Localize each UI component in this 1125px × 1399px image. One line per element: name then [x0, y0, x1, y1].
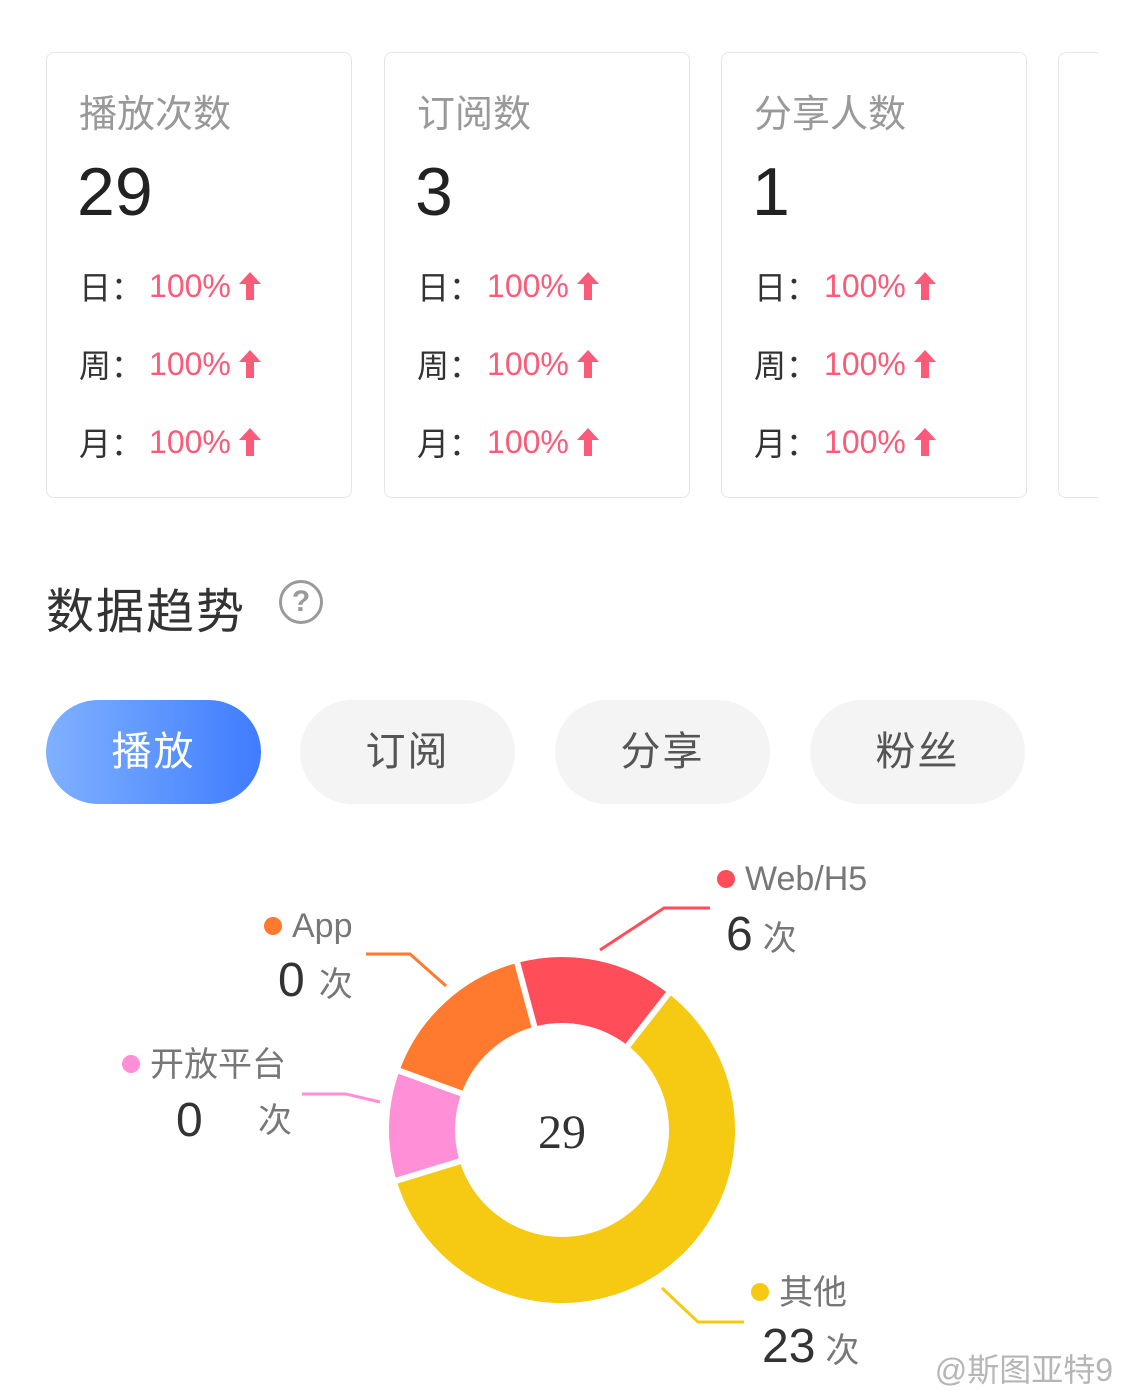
- stat-card-plays[interactable]: 播放次数 29 日： 100% 周： 100% 月： 100%: [46, 52, 352, 498]
- legend-dot-app: [264, 917, 282, 935]
- value: 23: [762, 1320, 815, 1373]
- rate-label: 日：: [79, 270, 144, 306]
- rate-label: 周：: [79, 348, 144, 384]
- rate-value: 100%: [487, 423, 569, 460]
- unit: 次: [763, 920, 797, 958]
- arrow-up-icon: [576, 428, 599, 456]
- arrow-up-icon: [238, 428, 261, 456]
- rate-label: 周：: [417, 348, 482, 384]
- rate-value: 100%: [149, 345, 231, 382]
- arrow-up-icon: [576, 272, 599, 300]
- tab-plays[interactable]: 播放: [46, 700, 261, 804]
- arrow-up-icon: [238, 272, 261, 300]
- slice-value-other: 23 次: [762, 1320, 859, 1373]
- value: 0: [278, 954, 305, 1007]
- slice-value-open-platform: 0: [176, 1094, 203, 1147]
- rate-label: 日：: [754, 270, 819, 306]
- leader-line-open-platform: [302, 1092, 381, 1104]
- rate-value: 100%: [149, 267, 231, 304]
- unit: 次: [825, 1332, 859, 1370]
- stat-card-shares[interactable]: 分享人数 1 日： 100% 周： 100% 月： 100%: [721, 52, 1027, 498]
- donut-slice-App[interactable]: [392, 956, 539, 1099]
- rate-label: 月：: [417, 426, 482, 462]
- arrow-up-icon: [913, 272, 936, 300]
- tab-shares[interactable]: 分享: [555, 700, 770, 804]
- card-title: 订阅数: [417, 94, 532, 136]
- rate-day: 日： 100%: [754, 263, 936, 309]
- tab-fans[interactable]: 粉丝: [810, 700, 1025, 804]
- rate-value: 100%: [487, 345, 569, 382]
- leader-line-webh5: [599, 906, 710, 952]
- slice-label-open-platform: 开放平台: [150, 1046, 286, 1084]
- rate-week: 周： 100%: [79, 341, 261, 387]
- legend-dot-webh5: [717, 870, 735, 888]
- rate-week: 周： 100%: [754, 341, 936, 387]
- section-title: 数据趋势: [46, 586, 247, 639]
- card-value: 3: [415, 154, 453, 230]
- slice-label-webh5: Web/H5: [745, 860, 867, 898]
- rate-month: 月： 100%: [417, 419, 599, 465]
- card-value: 1: [752, 154, 790, 230]
- rate-month: 月： 100%: [754, 419, 936, 465]
- rate-day: 日： 100%: [79, 263, 261, 309]
- leader-line-app: [366, 952, 447, 988]
- rate-month: 月： 100%: [79, 419, 261, 465]
- legend-dot-other: [751, 1283, 769, 1301]
- rate-value: 100%: [824, 345, 906, 382]
- card-title: 播放次数: [79, 94, 232, 136]
- slice-label-app: App: [292, 907, 353, 945]
- watermark: @斯图亚特9: [934, 1352, 1113, 1388]
- card-value: 29: [77, 154, 153, 230]
- unit: 次: [319, 966, 353, 1004]
- rate-label: 月：: [79, 426, 144, 462]
- arrow-up-icon: [913, 428, 936, 456]
- leader-line-other: [660, 1286, 744, 1324]
- rate-value: 100%: [487, 267, 569, 304]
- slice-value-webh5: 6次: [726, 908, 797, 961]
- slice-value-app: 0次: [278, 954, 353, 1007]
- stat-card-subscriptions[interactable]: 订阅数 3 日： 100% 周： 100% 月： 100%: [384, 52, 690, 498]
- card-title: 分享人数: [754, 94, 907, 136]
- legend-dot-open-platform: [122, 1055, 140, 1073]
- arrow-up-icon: [913, 350, 936, 378]
- rate-label: 周：: [754, 348, 819, 384]
- value: 6: [726, 908, 753, 961]
- rate-value: 100%: [824, 267, 906, 304]
- donut-chart: 29 Web/H5 6次 App 0次 开放平台 0 次 其他 23 次: [122, 860, 867, 1373]
- stat-card-next-partial[interactable]: [1058, 52, 1098, 498]
- rate-day: 日： 100%: [417, 263, 599, 309]
- rate-week: 周： 100%: [417, 341, 599, 387]
- rate-label: 月：: [754, 426, 819, 462]
- tab-subscriptions[interactable]: 订阅: [300, 700, 515, 804]
- slice-label-other: 其他: [779, 1274, 847, 1312]
- arrow-up-icon: [576, 350, 599, 378]
- rate-value: 100%: [824, 423, 906, 460]
- help-icon[interactable]: ?: [279, 580, 323, 624]
- chart-center-label: 29: [538, 1106, 586, 1159]
- slice-unit-open-platform: 次: [258, 1102, 292, 1140]
- rate-label: 日：: [417, 270, 482, 306]
- arrow-up-icon: [238, 350, 261, 378]
- rate-value: 100%: [149, 423, 231, 460]
